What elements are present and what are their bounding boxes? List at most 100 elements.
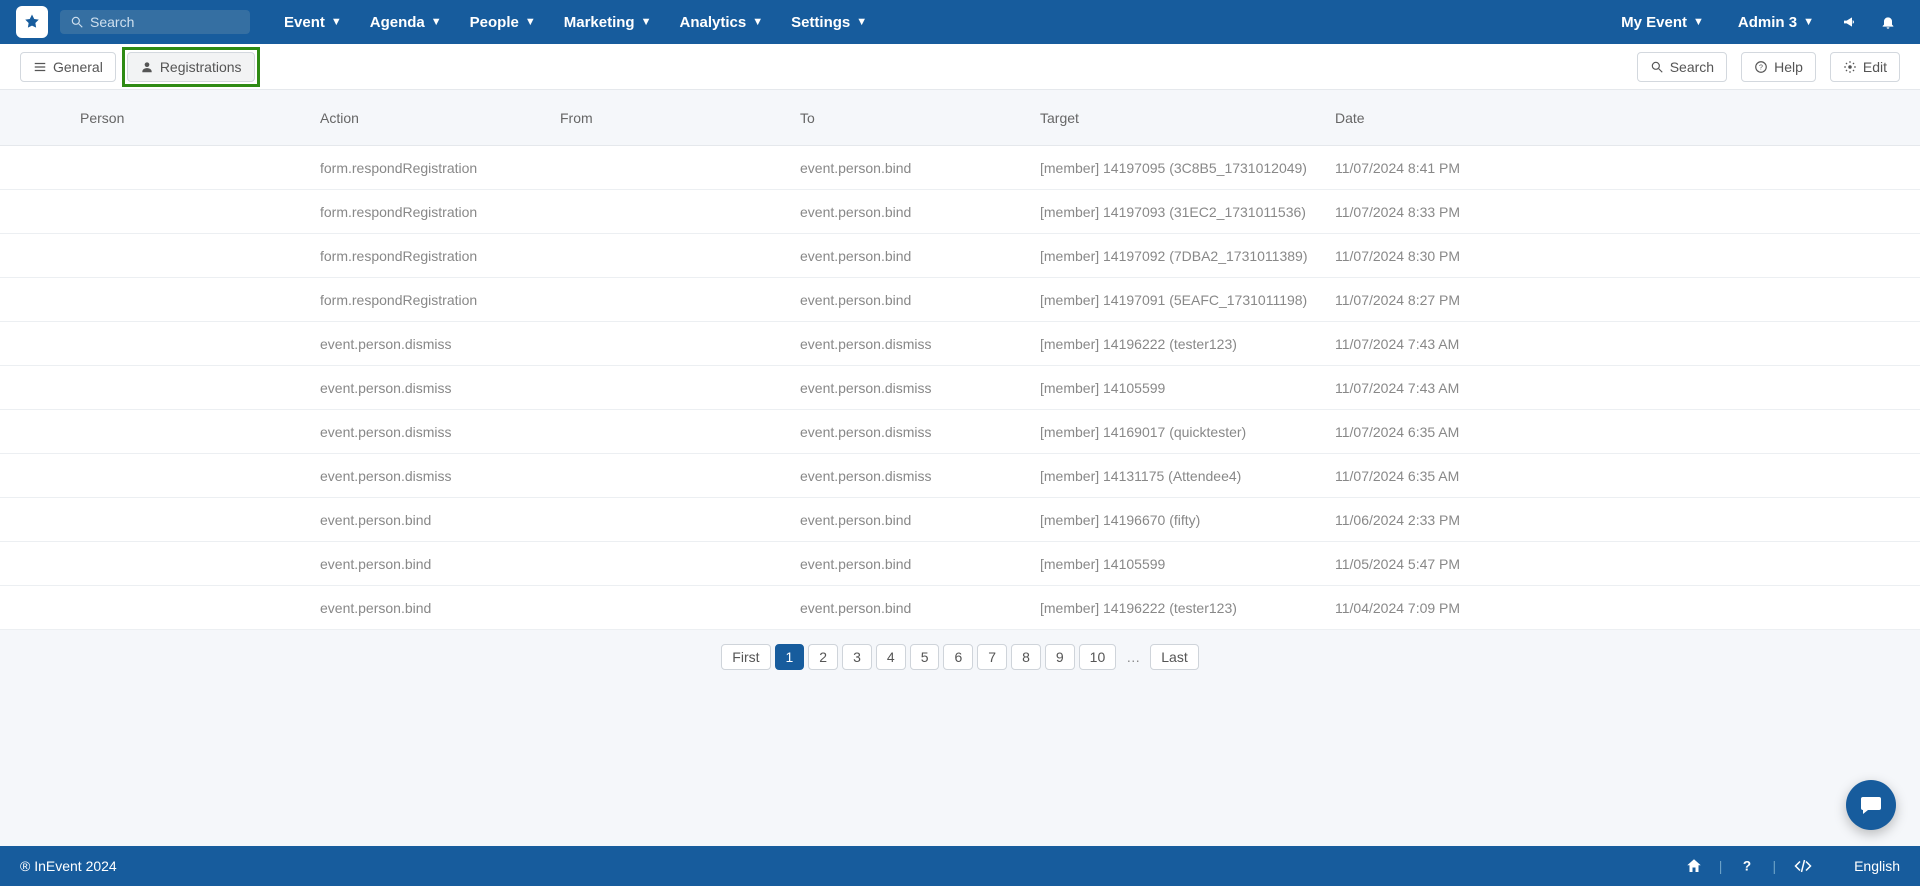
page-ellipsis: … bbox=[1120, 649, 1146, 665]
table-row[interactable]: event.person.dismissevent.person.dismiss… bbox=[0, 410, 1920, 454]
page-2[interactable]: 2 bbox=[808, 644, 838, 670]
page-last[interactable]: Last bbox=[1150, 644, 1198, 670]
table-body: form.respondRegistration event.person.bin… bbox=[0, 146, 1920, 630]
footer-copyright: ® InEvent 2024 bbox=[20, 858, 117, 874]
tab-general[interactable]: General bbox=[20, 52, 116, 82]
button-label: Search bbox=[1670, 59, 1714, 75]
code-icon bbox=[1792, 857, 1814, 875]
search-input[interactable] bbox=[90, 14, 230, 30]
chevron-down-icon: ▼ bbox=[431, 16, 442, 28]
cell-action: event.person.bind bbox=[320, 512, 560, 528]
event-label: My Event bbox=[1621, 14, 1687, 31]
page-6[interactable]: 6 bbox=[943, 644, 973, 670]
notifications-button[interactable] bbox=[1872, 14, 1904, 30]
cell-target: [member] 14197095 (3C8B5_1731012049) bbox=[1040, 160, 1335, 176]
announcement-button[interactable] bbox=[1834, 14, 1866, 30]
page-10[interactable]: 10 bbox=[1079, 644, 1117, 670]
chat-widget[interactable] bbox=[1846, 780, 1896, 830]
home-link[interactable] bbox=[1685, 857, 1703, 875]
menu-analytics[interactable]: Analytics▼ bbox=[665, 0, 777, 44]
cell-date: 11/04/2024 7:09 PM bbox=[1335, 600, 1920, 616]
table-row[interactable]: event.person.bindevent.person.bind[membe… bbox=[0, 498, 1920, 542]
table-row[interactable]: form.respondRegistrationevent.person.bin… bbox=[0, 190, 1920, 234]
user-menu[interactable]: Admin 3▼ bbox=[1724, 0, 1828, 44]
chevron-down-icon: ▼ bbox=[525, 16, 536, 28]
help-button[interactable]: ? Help bbox=[1741, 52, 1816, 82]
cell-date: 11/05/2024 5:47 PM bbox=[1335, 556, 1920, 572]
audit-table: Person Action From To Target Date form.r… bbox=[0, 90, 1920, 630]
home-icon bbox=[1685, 857, 1703, 875]
col-to: To bbox=[800, 110, 1040, 126]
cell-date: 11/07/2024 8:41 PM bbox=[1335, 160, 1920, 176]
page-8[interactable]: 8 bbox=[1011, 644, 1041, 670]
page-4[interactable]: 4 bbox=[876, 644, 906, 670]
cell-date: 11/07/2024 7:43 AM bbox=[1335, 336, 1920, 352]
menu-label: Agenda bbox=[370, 14, 425, 31]
cell-target: [member] 14197091 (5EAFC_1731011198) bbox=[1040, 292, 1335, 308]
cell-to: event.person.bind bbox=[800, 556, 1040, 572]
menu-marketing[interactable]: Marketing▼ bbox=[550, 0, 666, 44]
page-numbers: 12345678910 bbox=[775, 644, 1117, 670]
cell-to: event.person.dismiss bbox=[800, 380, 1040, 396]
cell-action: form.respondRegistration bbox=[320, 160, 560, 176]
cell-action: event.person.dismiss bbox=[320, 336, 560, 352]
cell-to: event.person.bind bbox=[800, 512, 1040, 528]
footer-divider: | bbox=[1772, 858, 1776, 874]
cell-date: 11/07/2024 7:43 AM bbox=[1335, 380, 1920, 396]
pagination: First 12345678910 … Last bbox=[0, 630, 1920, 688]
help-link[interactable]: ? bbox=[1738, 857, 1756, 875]
svg-text:?: ? bbox=[1743, 859, 1751, 874]
language-selector[interactable]: English bbox=[1854, 858, 1900, 874]
table-row[interactable]: form.respondRegistrationevent.person.bin… bbox=[0, 278, 1920, 322]
menu-label: Analytics bbox=[679, 14, 746, 31]
menu-agenda[interactable]: Agenda ▼ bbox=[356, 0, 456, 44]
help-icon: ? bbox=[1754, 60, 1768, 74]
cell-action: event.person.bind bbox=[320, 556, 560, 572]
event-selector[interactable]: My Event ▼ bbox=[1607, 0, 1718, 44]
cell-date: 11/07/2024 8:33 PM bbox=[1335, 204, 1920, 220]
chevron-down-icon: ▼ bbox=[856, 16, 867, 28]
col-target: Target bbox=[1040, 110, 1335, 126]
table-row[interactable]: event.person.dismissevent.person.dismiss… bbox=[0, 366, 1920, 410]
cell-action: form.respondRegistration bbox=[320, 292, 560, 308]
cell-target: [member] 14105599 bbox=[1040, 556, 1335, 572]
table-row[interactable]: event.person.bindevent.person.bind[membe… bbox=[0, 542, 1920, 586]
menu-settings[interactable]: Settings▼ bbox=[777, 0, 881, 44]
cell-target: [member] 14196222 (tester123) bbox=[1040, 600, 1335, 616]
page-1[interactable]: 1 bbox=[775, 644, 805, 670]
cell-target: [member] 14169017 (quicktester) bbox=[1040, 424, 1335, 440]
search-button[interactable]: Search bbox=[1637, 52, 1727, 82]
chevron-down-icon: ▼ bbox=[1693, 16, 1704, 28]
search-icon bbox=[1650, 60, 1664, 74]
table-row[interactable]: event.person.dismissevent.person.dismiss… bbox=[0, 322, 1920, 366]
cell-target: [member] 14131175 (Attendee4) bbox=[1040, 468, 1335, 484]
api-link[interactable] bbox=[1792, 857, 1814, 875]
nav-right: My Event ▼ Admin 3▼ bbox=[1607, 0, 1904, 44]
cell-action: event.person.bind bbox=[320, 600, 560, 616]
col-person: Person bbox=[0, 110, 320, 126]
page-7[interactable]: 7 bbox=[977, 644, 1007, 670]
table-row[interactable]: event.person.bindevent.person.bind[membe… bbox=[0, 586, 1920, 630]
sub-header: General Registrations Search ? Help Edit bbox=[0, 44, 1920, 90]
page-first[interactable]: First bbox=[721, 644, 770, 670]
edit-button[interactable]: Edit bbox=[1830, 52, 1900, 82]
table-row[interactable]: event.person.dismissevent.person.dismiss… bbox=[0, 454, 1920, 498]
tab-registrations[interactable]: Registrations bbox=[127, 52, 255, 82]
menu-people[interactable]: People▼ bbox=[456, 0, 550, 44]
app-logo[interactable] bbox=[16, 6, 48, 38]
action-buttons: Search ? Help Edit bbox=[1637, 52, 1900, 82]
cell-action: form.respondRegistration bbox=[320, 204, 560, 220]
button-label: Help bbox=[1774, 59, 1803, 75]
table-row[interactable]: form.respondRegistration event.person.bin… bbox=[0, 234, 1920, 278]
page-9[interactable]: 9 bbox=[1045, 644, 1075, 670]
menu-event[interactable]: Event▼ bbox=[270, 0, 356, 44]
cell-action: form.respondRegistration bbox=[320, 248, 560, 264]
page-3[interactable]: 3 bbox=[842, 644, 872, 670]
col-action: Action bbox=[320, 110, 560, 126]
global-search[interactable] bbox=[60, 10, 250, 34]
table-row[interactable]: form.respondRegistrationevent.person.bin… bbox=[0, 146, 1920, 190]
tab-label: Registrations bbox=[160, 59, 242, 75]
col-from: From bbox=[560, 110, 800, 126]
page-5[interactable]: 5 bbox=[910, 644, 940, 670]
cell-to: event.person.bind bbox=[800, 248, 1040, 264]
